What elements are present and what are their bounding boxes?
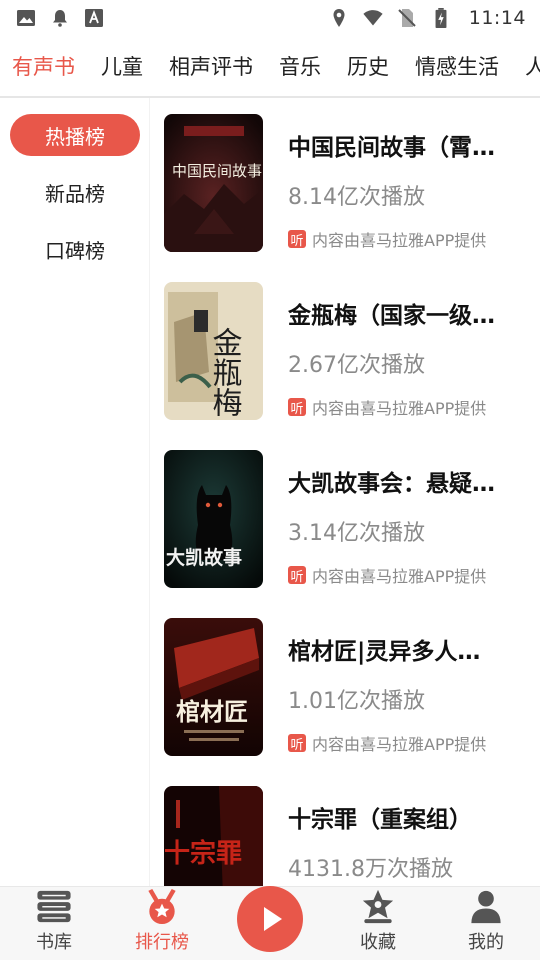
book-info: 大凯故事会：悬疑… 3.14亿次播放 听 内容由喜马拉雅APP提供: [288, 450, 518, 602]
source-text: 内容由喜马拉雅APP提供: [312, 231, 487, 250]
rank-new[interactable]: 新品榜: [10, 171, 140, 213]
nav-ranking[interactable]: 排行榜: [108, 887, 216, 960]
source-text: 内容由喜马拉雅APP提供: [312, 567, 487, 586]
list-item[interactable]: 中国民间故事 中国民间故事（霄… 8.14亿次播放 听 内容由喜马拉雅APP提供: [164, 98, 540, 266]
nav-profile[interactable]: 我的: [432, 887, 540, 960]
battery-charging-icon: [431, 8, 451, 28]
play-count: 4131.8万次播放: [288, 857, 453, 882]
location-icon: [329, 8, 349, 28]
book-title[interactable]: 中国民间故事（霄…: [288, 128, 503, 162]
profile-icon: [471, 890, 501, 924]
play-center: [216, 885, 324, 960]
status-bar: 11:14: [0, 0, 540, 36]
book-cover[interactable]: 金瓶梅: [164, 282, 263, 420]
tab-audiobooks[interactable]: 有声书: [12, 51, 75, 81]
notification-bell-icon: [50, 8, 70, 28]
font-icon: [84, 8, 104, 28]
status-right: 11:14: [329, 7, 526, 29]
listen-icon: 听: [288, 566, 306, 585]
tab-crosstalk[interactable]: 相声评书: [169, 51, 253, 81]
app-root: 11:14 有声书 儿童 相声评书 音乐 历史 情感生活 人文 热播榜 新品榜 …: [0, 0, 540, 960]
list-item[interactable]: 金瓶梅 金瓶梅（国家一级… 2.67亿次播放 听 内容由喜马拉雅APP提供: [164, 266, 540, 434]
play-icon: [264, 906, 282, 931]
book-title[interactable]: 大凯故事会：悬疑…: [288, 464, 503, 498]
book-info: 中国民间故事（霄… 8.14亿次播放 听 内容由喜马拉雅APP提供: [288, 114, 518, 266]
nav-label: 排行榜: [135, 932, 189, 953]
book-info: 十宗罪（重案组） 4131.8万次播放: [288, 786, 518, 886]
rank-sidebar: 热播榜 新品榜 口碑榜: [0, 98, 150, 886]
listen-icon: 听: [288, 398, 306, 417]
wifi-icon: [363, 8, 383, 28]
book-title[interactable]: 金瓶梅（国家一级…: [288, 296, 503, 330]
book-cover[interactable]: 棺材匠: [164, 618, 263, 756]
play-button[interactable]: [237, 885, 303, 952]
star-user-icon: [362, 889, 394, 924]
tab-humanities[interactable]: 人文: [525, 51, 540, 81]
play-count: 2.67亿次播放: [288, 353, 425, 378]
status-time: 11:14: [468, 7, 526, 29]
book-cover[interactable]: 大凯故事: [164, 450, 263, 588]
cover-title: 十宗罪: [164, 838, 242, 868]
tab-emotion-life[interactable]: 情感生活: [415, 51, 499, 81]
cover-title: 棺材匠: [176, 698, 248, 726]
content-body: 热播榜 新品榜 口碑榜 中国民间故事 中国民间故事（霄… 8.14亿次播放 听 …: [0, 98, 540, 886]
tab-music[interactable]: 音乐: [279, 51, 321, 81]
book-title[interactable]: 十宗罪（重案组）: [288, 800, 503, 834]
bottom-nav: 书库 排行榜 收藏 我的: [0, 885, 540, 960]
book-list: 中国民间故事 中国民间故事（霄… 8.14亿次播放 听 内容由喜马拉雅APP提供: [150, 98, 540, 886]
tab-history[interactable]: 历史: [347, 51, 389, 81]
source-line: 听 内容由喜马拉雅APP提供: [288, 227, 518, 251]
source-line: 听 内容由喜马拉雅APP提供: [288, 395, 518, 419]
source-line: 听 内容由喜马拉雅APP提供: [288, 731, 518, 755]
play-count: 1.01亿次播放: [288, 689, 425, 714]
image-icon: [16, 8, 36, 28]
nav-bookshelf[interactable]: 书库: [0, 887, 108, 960]
play-count: 8.14亿次播放: [288, 185, 425, 210]
status-left: [16, 8, 104, 28]
list-item[interactable]: 棺材匠 棺材匠|灵异多人… 1.01亿次播放 听 内容由喜马拉雅APP提供: [164, 602, 540, 770]
medal-icon: [148, 888, 176, 925]
tab-children[interactable]: 儿童: [101, 51, 143, 81]
listen-icon: 听: [288, 734, 306, 753]
list-item[interactable]: 十宗罪 十宗罪（重案组） 4131.8万次播放: [164, 770, 540, 886]
cover-title: 大凯故事: [166, 546, 242, 569]
play-count: 3.14亿次播放: [288, 521, 425, 546]
source-text: 内容由喜马拉雅APP提供: [312, 735, 487, 754]
book-title[interactable]: 棺材匠|灵异多人…: [288, 632, 503, 666]
cover-title: 金瓶梅: [208, 327, 243, 417]
nav-label: 我的: [468, 932, 504, 953]
book-info: 金瓶梅（国家一级… 2.67亿次播放 听 内容由喜马拉雅APP提供: [288, 282, 518, 434]
rank-hot[interactable]: 热播榜: [10, 114, 140, 156]
category-tabs: 有声书 儿童 相声评书 音乐 历史 情感生活 人文: [0, 36, 540, 98]
listen-icon: 听: [288, 230, 306, 249]
nav-label: 书库: [36, 932, 72, 953]
book-cover[interactable]: 中国民间故事: [164, 114, 263, 252]
book-cover[interactable]: 十宗罪: [164, 786, 263, 886]
book-info: 棺材匠|灵异多人… 1.01亿次播放 听 内容由喜马拉雅APP提供: [288, 618, 518, 770]
no-sim-icon: [397, 8, 417, 28]
cover-title: 中国民间故事: [172, 163, 262, 180]
rank-reputation[interactable]: 口碑榜: [10, 228, 140, 270]
nav-label: 收藏: [360, 932, 396, 953]
list-item[interactable]: 大凯故事 大凯故事会：悬疑… 3.14亿次播放 听 内容由喜马拉雅APP提供: [164, 434, 540, 602]
bookshelf-icon: [37, 890, 71, 923]
source-line: 听 内容由喜马拉雅APP提供: [288, 563, 518, 587]
source-text: 内容由喜马拉雅APP提供: [312, 399, 487, 418]
nav-favorites[interactable]: 收藏: [324, 887, 432, 960]
